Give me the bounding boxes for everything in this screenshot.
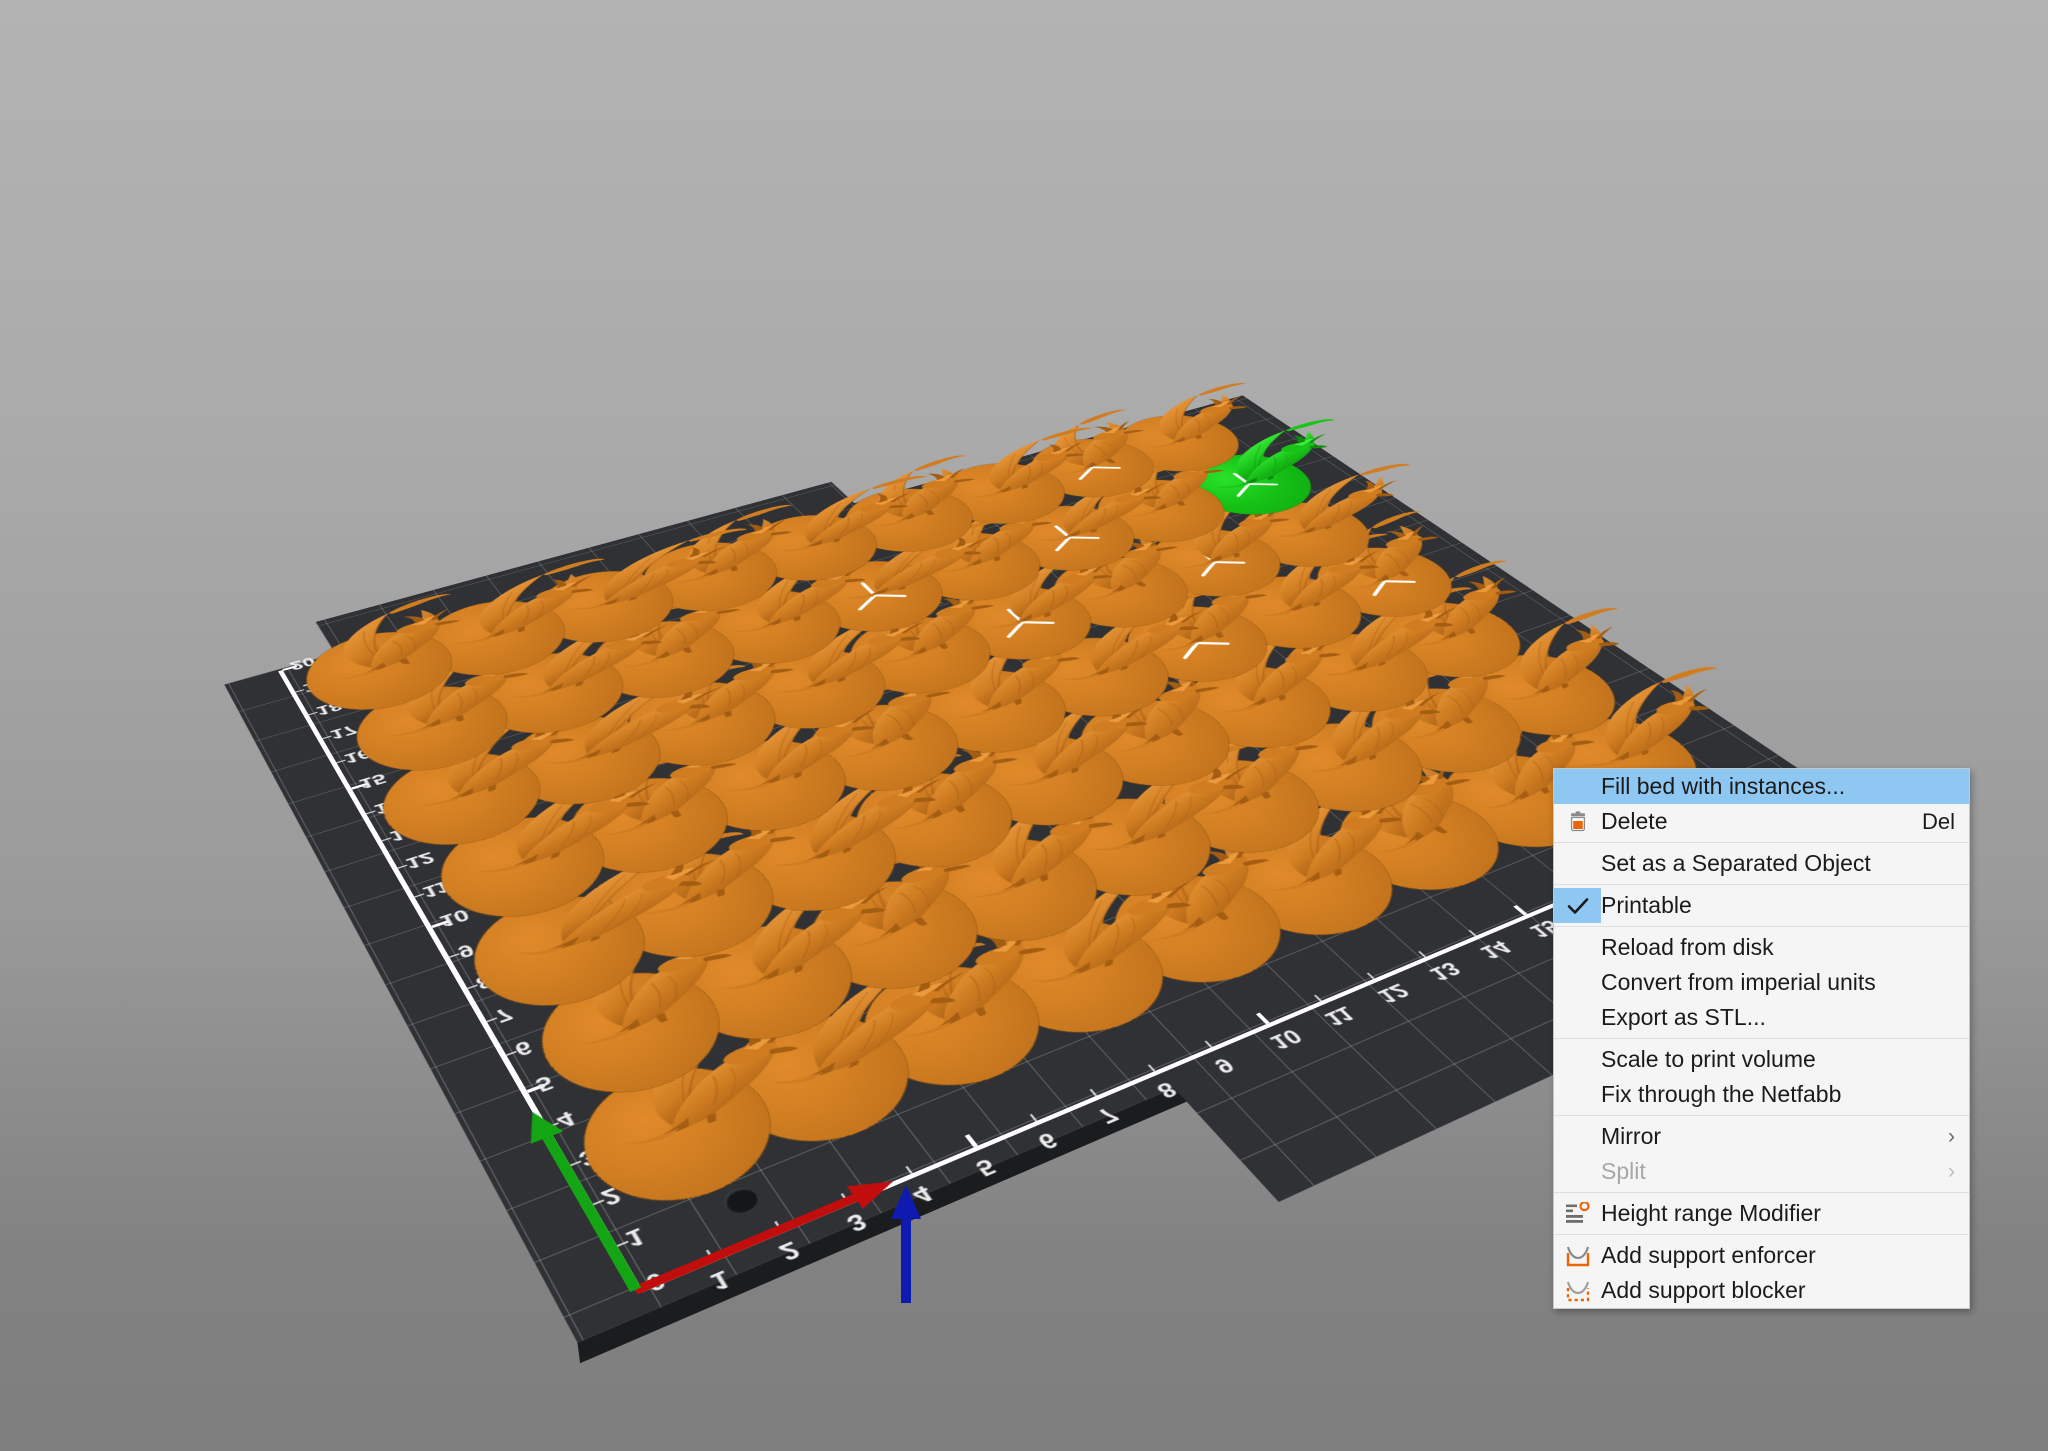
menu-separator (1554, 1234, 1969, 1235)
menu-item-convert-from-imperial-units[interactable]: Convert from imperial units (1554, 965, 1969, 1000)
menu-item-label: Printable (1601, 892, 1692, 918)
menu-item-delete[interactable]: Delete Del (1554, 804, 1969, 839)
support-blocker-icon (1554, 1279, 1601, 1303)
menu-item-label: Split (1601, 1158, 1646, 1184)
menu-item-printable[interactable]: Printable (1554, 888, 1969, 923)
menu-item-label: Mirror (1601, 1123, 1662, 1149)
menu-separator (1554, 1115, 1969, 1116)
menu-item-fill-bed-with-instances[interactable]: Fill bed with instances... (1554, 769, 1969, 804)
menu-item-add-support-enforcer[interactable]: Add support enforcer (1554, 1238, 1969, 1273)
menu-item-label: Reload from disk (1601, 934, 1774, 960)
menu-item-mirror[interactable]: Mirror › (1554, 1119, 1969, 1154)
support-enforcer-icon (1566, 1246, 1589, 1266)
chevron-right-icon: › (1948, 1160, 1955, 1183)
object-context-menu[interactable]: Fill bed with instances... Delete Del Set a… (1553, 768, 1970, 1309)
menu-item-add-support-blocker[interactable]: Add support blocker (1554, 1273, 1969, 1308)
menu-separator (1554, 1038, 1969, 1039)
model-instances[interactable] (207, 377, 1729, 1226)
check-icon (1554, 888, 1601, 923)
menu-separator (1554, 884, 1969, 885)
menu-item-shortcut: Del (1921, 808, 1955, 834)
menu-item-split: Split › (1554, 1154, 1969, 1189)
height-range-icon (1565, 1201, 1590, 1223)
menu-item-label: Export as STL... (1601, 1004, 1766, 1030)
menu-separator (1554, 926, 1969, 927)
axis-z-arrow (901, 1213, 911, 1303)
menu-separator (1554, 842, 1969, 843)
axis-z-arrowhead (891, 1185, 921, 1219)
trash-icon (1570, 810, 1585, 831)
menu-item-label: Convert from imperial units (1601, 969, 1876, 995)
menu-item-label: Delete (1601, 808, 1668, 834)
chevron-right-icon: › (1948, 1125, 1955, 1148)
3d-viewport[interactable]: CR 1234567891011121314151617181920 12345… (0, 0, 2048, 1451)
trash-icon (1554, 810, 1601, 834)
menu-item-scale-to-print-volume[interactable]: Scale to print volume (1554, 1042, 1969, 1077)
menu-item-label: Scale to print volume (1601, 1046, 1816, 1072)
menu-item-export-as-stl[interactable]: Export as STL... (1554, 1000, 1969, 1035)
menu-item-label: Set as a Separated Object (1601, 850, 1871, 876)
support-blocker-icon (1566, 1281, 1589, 1301)
menu-item-height-range-modifier[interactable]: Height range Modifier (1554, 1196, 1969, 1231)
menu-item-label: Height range Modifier (1601, 1200, 1821, 1226)
support-enforcer-icon (1554, 1244, 1601, 1268)
menu-item-label: Fix through the Netfabb (1601, 1081, 1842, 1107)
menu-item-label: Add support blocker (1601, 1277, 1806, 1303)
height-range-icon (1554, 1201, 1601, 1226)
menu-item-label: Fill bed with instances... (1601, 773, 1846, 799)
menu-item-fix-through-the-netfabb[interactable]: Fix through the Netfabb (1554, 1077, 1969, 1112)
menu-separator (1554, 1192, 1969, 1193)
menu-item-label: Add support enforcer (1601, 1242, 1816, 1268)
check-icon (1567, 897, 1588, 914)
menu-item-reload-from-disk[interactable]: Reload from disk (1554, 930, 1969, 965)
menu-item-set-as-a-separated-object[interactable]: Set as a Separated Object (1554, 846, 1969, 881)
